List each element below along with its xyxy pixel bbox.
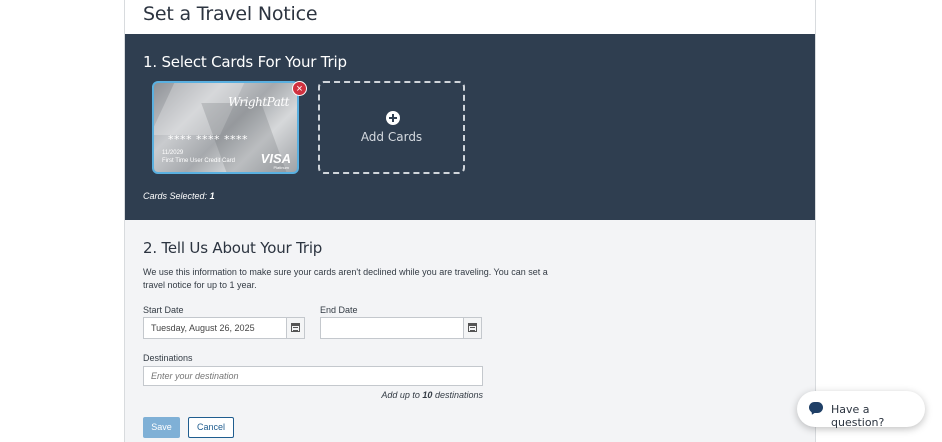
hint-suffix: destinations bbox=[434, 390, 483, 400]
page-title: Set a Travel Notice bbox=[143, 3, 318, 25]
cards-selected-number: 1 bbox=[209, 191, 215, 201]
start-date-value: Tuesday, August 26, 2025 bbox=[151, 323, 255, 333]
plus-circle-icon bbox=[386, 111, 400, 125]
trip-details-title: 2. Tell Us About Your Trip bbox=[143, 239, 323, 257]
chat-widget-button[interactable]: Have a question? bbox=[797, 391, 925, 429]
end-date-calendar-button[interactable] bbox=[463, 318, 481, 338]
add-cards-button[interactable]: Add Cards bbox=[318, 81, 465, 174]
add-cards-label: Add Cards bbox=[360, 130, 423, 144]
cancel-button[interactable]: Cancel bbox=[188, 417, 234, 438]
travel-notice-panel: Set a Travel Notice 1. Select Cards For … bbox=[124, 0, 816, 442]
select-cards-title: 1. Select Cards For Your Trip bbox=[143, 53, 347, 71]
calendar-icon bbox=[468, 323, 477, 332]
hint-count: 10 bbox=[422, 390, 433, 400]
page-header: Set a Travel Notice bbox=[125, 0, 815, 34]
card-name: First Time User Credit Card bbox=[162, 158, 236, 164]
selected-card[interactable]: WrightPatt **** **** **** 11/2029 First … bbox=[152, 81, 299, 174]
card-brand-logo: WrightPatt bbox=[228, 95, 289, 109]
card-number: **** **** **** bbox=[168, 133, 248, 146]
save-button[interactable]: Save bbox=[143, 417, 180, 438]
start-date-label: Start Date bbox=[143, 305, 184, 315]
hint-prefix: Add up to bbox=[381, 390, 420, 400]
start-date-calendar-button[interactable] bbox=[286, 318, 304, 338]
card-network-tier: Platinum bbox=[273, 165, 289, 170]
cards-selected-count: Cards Selected: 1 bbox=[143, 191, 215, 201]
start-date-field[interactable]: Tuesday, August 26, 2025 bbox=[143, 317, 305, 339]
close-icon: × bbox=[296, 83, 303, 95]
trip-description: We use this information to make sure you… bbox=[143, 267, 548, 290]
select-cards-section: 1. Select Cards For Your Trip WrightPatt… bbox=[125, 34, 815, 220]
destinations-hint: Add up to 10 destinations bbox=[143, 390, 483, 400]
end-date-field[interactable] bbox=[320, 317, 482, 339]
card-expiry: 11/2029 bbox=[162, 150, 184, 156]
chat-label: Have a question? bbox=[831, 403, 885, 429]
remove-card-button[interactable]: × bbox=[292, 81, 307, 96]
calendar-icon bbox=[291, 323, 300, 332]
destinations-label: Destinations bbox=[143, 353, 193, 363]
end-date-label: End Date bbox=[320, 305, 358, 315]
cards-selected-label: Cards Selected: bbox=[143, 191, 208, 201]
destination-input[interactable] bbox=[143, 366, 483, 386]
chat-bubble-icon bbox=[809, 402, 823, 413]
card-network-logo: VISA bbox=[260, 151, 291, 166]
